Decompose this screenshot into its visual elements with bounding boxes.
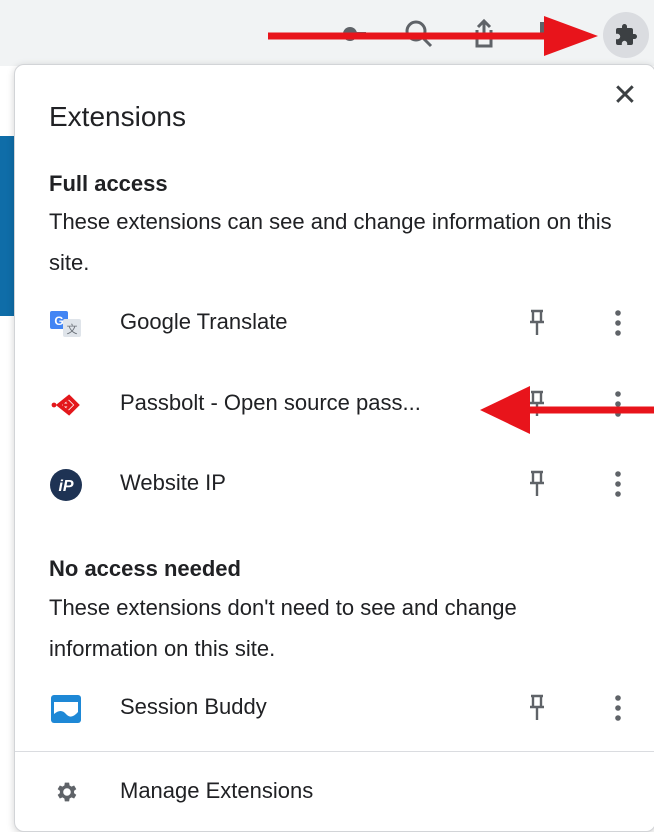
- more-options-icon[interactable]: [608, 691, 628, 725]
- extension-row-session-buddy[interactable]: Session Buddy: [15, 679, 654, 739]
- extension-name: Passbolt - Open source pass...: [120, 390, 421, 415]
- puzzle-icon: [616, 24, 637, 45]
- manage-extensions-label: Manage Extensions: [120, 778, 314, 803]
- pin-icon[interactable]: [526, 308, 548, 338]
- extension-row-google-translate[interactable]: G 文 Google Translate: [15, 294, 654, 354]
- popup-title: Extensions: [49, 101, 186, 132]
- no-access-description: These extensions don't need to see and c…: [49, 595, 517, 661]
- extension-row-website-ip[interactable]: iP Website IP: [15, 455, 654, 515]
- session-buddy-icon: [51, 695, 81, 723]
- full-access-heading: Full access: [49, 171, 168, 196]
- full-access-description: These extensions can see and change info…: [49, 209, 612, 275]
- pin-icon[interactable]: [526, 469, 548, 499]
- svg-text:G: G: [54, 314, 63, 328]
- close-icon[interactable]: ✕: [610, 81, 640, 111]
- svg-text:文: 文: [67, 322, 78, 336]
- divider: [15, 751, 654, 752]
- extension-name: Google Translate: [120, 309, 288, 334]
- no-access-heading: No access needed: [49, 556, 241, 581]
- extensions-popup: ✕ Extensions Full access These extension…: [14, 64, 654, 832]
- extension-name: Website IP: [120, 470, 226, 495]
- annotation-arrow-toolbar: [268, 16, 598, 56]
- google-translate-icon: G 文: [50, 311, 81, 337]
- annotation-arrow-passbolt: [480, 386, 654, 434]
- website-ip-icon: iP: [50, 469, 82, 501]
- pin-icon[interactable]: [526, 693, 548, 723]
- manage-extensions-button[interactable]: Manage Extensions: [15, 765, 654, 825]
- extensions-puzzle-button[interactable]: [603, 12, 649, 58]
- extension-name: Session Buddy: [120, 694, 267, 719]
- gear-icon: [57, 782, 77, 802]
- svg-text:iP: iP: [58, 478, 73, 495]
- more-options-icon[interactable]: [608, 306, 628, 340]
- passbolt-icon: [51, 394, 80, 416]
- more-options-icon[interactable]: [608, 467, 628, 501]
